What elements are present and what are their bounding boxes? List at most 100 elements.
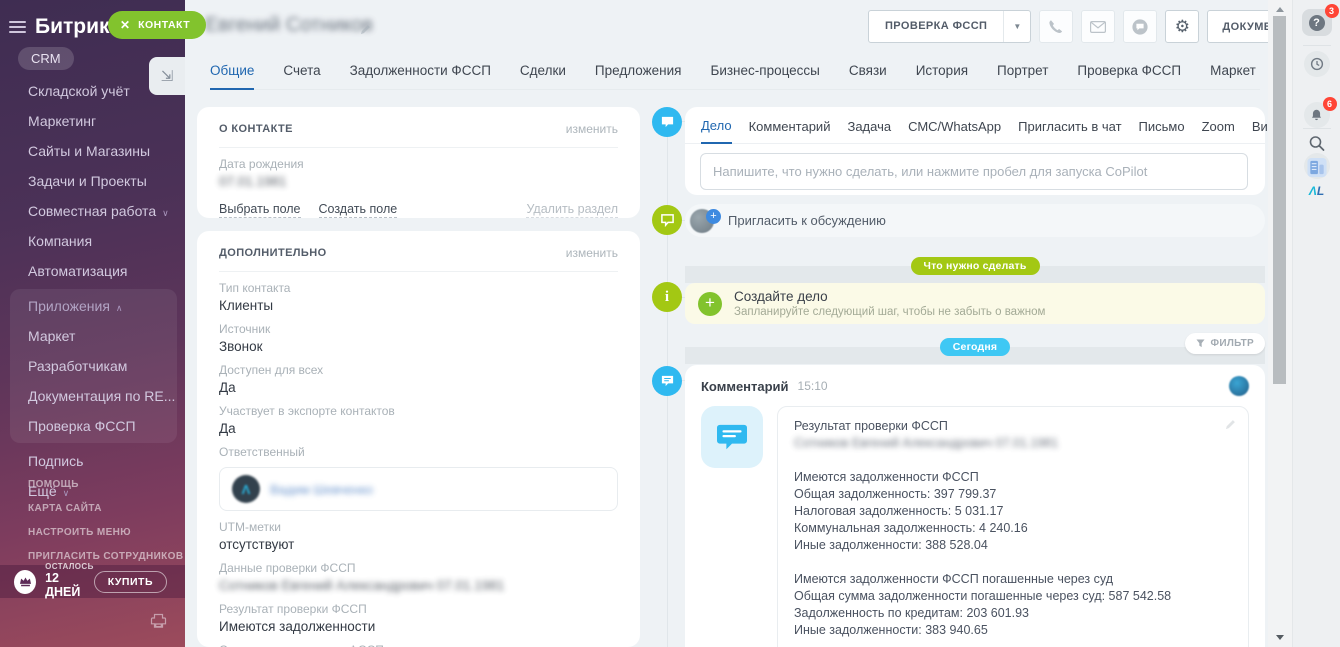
about-edit-link[interactable]: изменить [566, 122, 618, 136]
tab-portrait[interactable]: Портрет [997, 63, 1048, 89]
sidebar-item-marketing[interactable]: Маркетинг [0, 106, 185, 136]
tab-deals[interactable]: Сделки [520, 63, 566, 89]
plus-icon[interactable]: + [698, 292, 722, 316]
search-icon [1308, 135, 1325, 152]
envelope-icon [1090, 21, 1106, 33]
sidebar-item-market[interactable]: Маркет [10, 321, 177, 351]
tab-fssp-check[interactable]: Проверка ФССП [1077, 63, 1181, 89]
help-button[interactable]: ? 3 [1302, 9, 1332, 36]
tab-relations[interactable]: Связи [849, 63, 887, 89]
delete-section-link[interactable]: Удалить раздел [526, 202, 618, 218]
tab-market[interactable]: Маркет [1210, 63, 1256, 89]
edit-name-pencil-icon[interactable] [360, 22, 371, 40]
responsible-user-box[interactable]: Λ Вадим Шевченко [219, 467, 618, 511]
activity-chat-icon [652, 107, 682, 137]
comment-line: Коммунальная задолженность: 4 240.16 [794, 520, 1232, 537]
creator-tab-comment[interactable]: Комментарий [749, 119, 831, 143]
contact-name-title: Евгений Сотников [205, 14, 373, 37]
creator-tab-invite-chat[interactable]: Пригласить в чат [1018, 119, 1121, 143]
left-sidebar: Битрикс24 ⇲ CRM Складской учёт Маркетинг… [0, 0, 185, 647]
divider [1303, 45, 1331, 46]
available-value: Да [219, 380, 618, 395]
divider [219, 271, 618, 272]
vertical-scrollbar[interactable] [1268, 0, 1292, 647]
scrollbar-thumb[interactable] [1273, 16, 1286, 384]
responsible-name-link[interactable]: Вадим Шевченко [270, 482, 373, 497]
email-button[interactable] [1081, 10, 1115, 43]
edit-comment-pencil-icon[interactable] [1225, 417, 1236, 435]
question-icon: ? [1309, 15, 1325, 31]
creator-tab-deal[interactable]: Дело [701, 118, 732, 144]
fssp-check-button-label[interactable]: ПРОВЕРКА ФССП [869, 11, 1003, 42]
add-user-plus-icon[interactable]: + [706, 209, 721, 224]
comment-line: Задолженность по кредитам: 203 601.93 [794, 605, 1232, 622]
hamburger-menu-icon[interactable] [9, 21, 26, 33]
fssp-result-value: Имеются задолженности [219, 619, 618, 634]
activity-creator-tabs: Дело Комментарий Задача СМС/WhatsApp При… [685, 107, 1265, 144]
right-toolbar: ? 3 6 ΛL [1292, 0, 1340, 647]
search-button[interactable] [1308, 135, 1325, 157]
sidebar-item-company[interactable]: Компания [0, 226, 185, 256]
sidebar-item-sign[interactable]: Подпись [0, 446, 185, 476]
sidebar-item-crm[interactable]: CRM [18, 47, 74, 70]
contact-entity-pill[interactable]: ✕ КОНТАКТ [108, 11, 206, 39]
sidebar-item-warehouse[interactable]: Складской учёт [0, 76, 185, 106]
buy-button[interactable]: КУПИТЬ [94, 571, 167, 593]
sidebar-item-sites[interactable]: Сайты и Магазины [0, 136, 185, 166]
tab-fssp-debts[interactable]: Задолженности ФССП [350, 63, 491, 89]
notifications-button[interactable]: 6 [1304, 102, 1330, 128]
printer-icon[interactable] [150, 613, 167, 634]
tab-invoices[interactable]: Счета [283, 63, 320, 89]
comment-line [794, 554, 1232, 571]
sidebar-item-apps[interactable]: Приложения∧ [10, 291, 177, 321]
market-app-icon[interactable] [1306, 157, 1327, 183]
fssp-data-label: Данные проверки ФССП [219, 561, 618, 575]
create-field-link[interactable]: Создать поле [319, 202, 398, 218]
gear-icon: ⚙ [1175, 17, 1190, 37]
sidebar-item-rest-docs[interactable]: Документация по RE... [10, 381, 177, 411]
scroll-down-arrow[interactable] [1276, 635, 1284, 640]
creator-tab-zoom[interactable]: Zoom [1202, 119, 1235, 143]
tab-general[interactable]: Общие [210, 63, 254, 90]
tab-bizproc[interactable]: Бизнес-процессы [710, 63, 819, 89]
sidebar-item-fssp-check[interactable]: Проверка ФССП [10, 411, 177, 441]
sidebar-item-collab[interactable]: Совместная работа∨ [0, 196, 185, 226]
invite-discussion-row[interactable]: + Пригласить к обсуждению [685, 204, 1265, 237]
utm-label: UTM-метки [219, 520, 618, 534]
sidebar-item-tasks[interactable]: Задачи и Проекты [0, 166, 185, 196]
filter-button[interactable]: ФИЛЬТР [1185, 333, 1266, 354]
footer-link-invite-employees[interactable]: ПРИГЛАСИТЬ СОТРУДНИКОВ [28, 551, 184, 562]
details-edit-link[interactable]: изменить [566, 246, 618, 260]
todo-pill-row: Что нужно сделать [685, 257, 1265, 275]
history-button[interactable] [1304, 51, 1330, 77]
chevron-up-icon: ∧ [116, 303, 123, 313]
header-actions: ПРОВЕРКА ФССП ▼ ⚙ ДОКУМЕНТЫ ∨ [868, 10, 1329, 43]
openlines-chat-button[interactable] [1123, 10, 1157, 43]
footer-link-help[interactable]: ПОМОЩЬ [28, 479, 184, 490]
license-banner: ОСТАЛОСЬ 12 ДНЕЙ КУПИТЬ [0, 565, 185, 598]
sidebar-item-automation[interactable]: Автоматизация [0, 256, 185, 286]
create-activity-card[interactable]: + Создайте дело Запланируйте следующий ш… [685, 283, 1265, 324]
call-button[interactable] [1039, 10, 1073, 43]
settings-button[interactable]: ⚙ [1165, 10, 1199, 43]
todo-pill: Что нужно сделать [911, 257, 1040, 275]
contact-type-value: Клиенты [219, 298, 618, 313]
footer-link-configure-menu[interactable]: НАСТРОИТЬ МЕНЮ [28, 527, 184, 538]
choose-field-link[interactable]: Выбрать поле [219, 202, 301, 218]
fssp-dropdown-caret[interactable]: ▼ [1003, 11, 1030, 42]
creator-tab-email[interactable]: Письмо [1139, 119, 1185, 143]
creator-tab-task[interactable]: Задача [847, 119, 891, 143]
activity-creator-card: Дело Комментарий Задача СМС/WhatsApp При… [685, 107, 1265, 195]
tab-quotes[interactable]: Предложения [595, 63, 682, 89]
close-icon[interactable]: ✕ [120, 18, 130, 32]
partner-logo-icon[interactable]: ΛL [1309, 184, 1324, 198]
tab-history[interactable]: История [916, 63, 968, 89]
copilot-task-input[interactable] [700, 153, 1248, 190]
sidebar-item-developers[interactable]: Разработчикам [10, 351, 177, 381]
avatar [1229, 376, 1249, 396]
creator-tab-sms[interactable]: СМС/WhatsApp [908, 119, 1001, 143]
scroll-up-arrow[interactable] [1276, 7, 1284, 12]
fssp-check-split-button[interactable]: ПРОВЕРКА ФССП ▼ [868, 10, 1031, 43]
export-label: Участвует в экспорте контактов [219, 404, 618, 418]
footer-link-sitemap[interactable]: КАРТА САЙТА [28, 503, 184, 514]
